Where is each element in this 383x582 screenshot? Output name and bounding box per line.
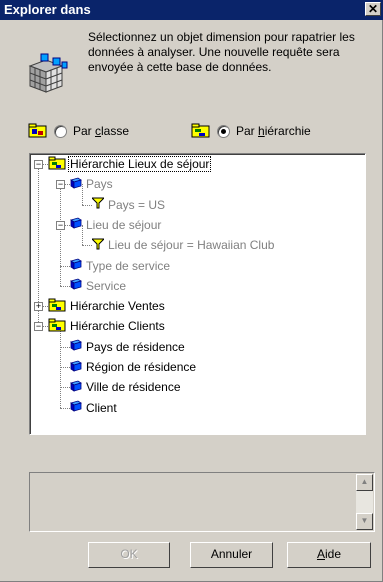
tree-connector <box>82 204 92 206</box>
filter-icon <box>90 238 106 253</box>
tree-node[interactable]: Type de service <box>70 257 171 275</box>
tree-node-label: Ville de résidence <box>86 380 181 395</box>
dimension-icon <box>70 339 82 354</box>
ok-button[interactable]: OK <box>88 542 170 568</box>
tree-node-label: Pays de résidence <box>86 339 185 354</box>
view-mode-radios: Par classe Par hiérarchie <box>28 123 368 143</box>
radio-by-class-label: Par classe <box>73 124 130 138</box>
tree-node-label: Service <box>86 278 127 293</box>
tree-node[interactable]: Ville de résidence <box>70 378 182 396</box>
dimension-icon <box>70 360 82 375</box>
tree-node[interactable]: Hiérarchie Lieux de séjour <box>48 155 212 173</box>
tree-node-label: Client <box>86 400 117 415</box>
tree-connector <box>60 387 70 389</box>
tree-node[interactable]: Région de résidence <box>70 358 197 376</box>
radio-by-hierarchy[interactable]: Par hiérarchie <box>191 123 311 139</box>
radio-by-hierarchy-label: Par hiérarchie <box>236 124 311 138</box>
tree-node[interactable]: Pays de résidence <box>70 338 186 356</box>
dimension-icon <box>70 380 82 395</box>
instruction-text: Sélectionnez un objet dimension pour rap… <box>88 30 355 74</box>
dimension-icon <box>70 278 82 293</box>
explorer-dialog: Explorer dans ✕ Sélectionnez un objet di… <box>0 0 383 582</box>
filter-icon <box>90 197 106 212</box>
tree-node[interactable]: Hiérarchie Clients <box>48 317 166 335</box>
folder-hierarchy-icon <box>48 318 66 335</box>
status-box: ▲ ▼ <box>29 472 375 532</box>
tree-connector <box>60 367 70 368</box>
tree-node-label: Hiérarchie Clients <box>70 319 165 334</box>
cancel-button[interactable]: Annuler <box>190 542 273 568</box>
dialog-title: Explorer dans <box>4 2 91 17</box>
tree-connector <box>60 184 61 286</box>
tree-connector <box>82 245 92 247</box>
tree-connector <box>60 346 70 348</box>
help-button[interactable]: Aide <box>287 542 371 568</box>
cube-icon <box>28 53 68 93</box>
tree-connector <box>60 407 70 409</box>
tree-node-label: Pays = US <box>108 197 166 212</box>
collapse-icon[interactable]: − <box>34 322 43 332</box>
tree-node[interactable]: Pays = US <box>90 196 166 214</box>
tree-node[interactable]: Pays <box>70 175 114 193</box>
close-button[interactable]: ✕ <box>365 2 381 16</box>
collapse-icon[interactable]: − <box>56 180 65 190</box>
tree-node-label: Hiérarchie Lieux de séjour <box>67 156 212 172</box>
dimension-icon <box>70 400 82 415</box>
tree-node-label: Lieu de séjour <box>86 217 162 232</box>
collapse-icon[interactable]: − <box>56 220 65 230</box>
tree-node-label: Pays <box>86 177 113 192</box>
radio-by-class[interactable]: Par classe <box>28 123 129 139</box>
dimension-tree[interactable]: − Hiérarchie Lieux de séjour − Pays Pays = U… <box>29 153 366 435</box>
dimension-icon <box>70 217 82 232</box>
dimension-icon <box>70 258 82 273</box>
hierarchy-view-icon <box>191 123 210 138</box>
tree-node-label: Type de service <box>86 258 171 273</box>
class-view-icon <box>28 123 47 138</box>
radio-by-class-button[interactable] <box>54 124 67 138</box>
dimension-icon <box>70 177 82 192</box>
tree-node[interactable]: Service <box>70 277 127 295</box>
tree-node[interactable]: Lieu de séjour <box>70 216 162 234</box>
radio-by-hierarchy-button[interactable] <box>217 124 230 138</box>
tree-connector <box>60 265 70 267</box>
tree-node[interactable]: Client <box>70 399 118 417</box>
tree-node[interactable]: Hiérarchie Ventes <box>48 297 166 315</box>
scroll-down-button[interactable]: ▼ <box>356 513 373 530</box>
tree-node[interactable]: Lieu de séjour = Hawaiian Club <box>90 236 275 254</box>
expand-icon[interactable]: + <box>34 302 43 312</box>
title-bar[interactable]: Explorer dans ✕ <box>0 0 383 20</box>
folder-hierarchy-icon <box>48 156 66 173</box>
tree-node-label: Hiérarchie Ventes <box>70 299 165 314</box>
tree-node-label: Lieu de séjour = Hawaiian Club <box>108 238 275 253</box>
scroll-up-button[interactable]: ▲ <box>356 474 373 491</box>
tree-connector <box>60 285 70 287</box>
folder-hierarchy-icon <box>48 298 66 315</box>
tree-node-label: Région de résidence <box>86 360 197 374</box>
status-scrollbar[interactable]: ▲ ▼ <box>356 474 373 530</box>
collapse-icon[interactable]: − <box>34 160 43 169</box>
